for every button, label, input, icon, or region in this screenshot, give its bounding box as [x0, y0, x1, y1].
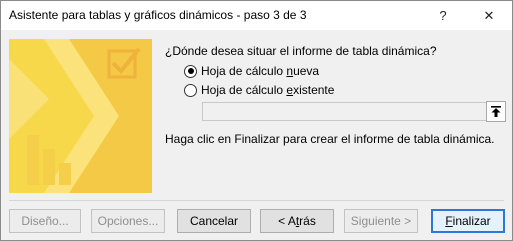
- cancel-button[interactable]: Cancelar: [177, 209, 251, 233]
- radio-new-sheet-button[interactable]: [184, 64, 197, 78]
- range-picker-button[interactable]: [486, 101, 506, 122]
- radio-existing-sheet[interactable]: Hoja de cálculo existente: [184, 82, 334, 98]
- divider: [9, 200, 504, 201]
- design-button[interactable]: Diseño...: [9, 209, 81, 233]
- title-bar: Asistente para tablas y gráficos dinámic…: [1, 1, 512, 30]
- wizard-illustration-icon: [9, 39, 152, 193]
- finish-button[interactable]: Finalizar: [431, 209, 505, 233]
- finish-hint: Haga clic en Finalizar para crear el inf…: [165, 132, 495, 146]
- radio-existing-sheet-label: Hoja de cálculo existente: [201, 83, 335, 97]
- next-button[interactable]: Siguiente >: [344, 209, 418, 233]
- range-reference-input[interactable]: [202, 102, 488, 121]
- collapse-dialog-arrow-icon: [491, 106, 501, 117]
- help-icon[interactable]: ?: [429, 1, 457, 30]
- radio-existing-sheet-button[interactable]: [184, 83, 197, 97]
- radio-new-sheet-label: Hoja de cálculo nueva: [201, 64, 320, 78]
- back-button[interactable]: < At rás: [260, 209, 334, 233]
- location-question: ¿Dónde desea situar el informe de tabla …: [165, 44, 437, 58]
- close-icon[interactable]: ✕: [475, 1, 503, 30]
- radio-new-sheet[interactable]: Hoja de cálculo nueva: [184, 63, 319, 79]
- options-button[interactable]: Opciones...: [91, 209, 165, 233]
- dialog-title: Asistente para tablas y gráficos dinámic…: [9, 8, 307, 22]
- pivot-wizard-dialog: Asistente para tablas y gráficos dinámic…: [0, 0, 513, 241]
